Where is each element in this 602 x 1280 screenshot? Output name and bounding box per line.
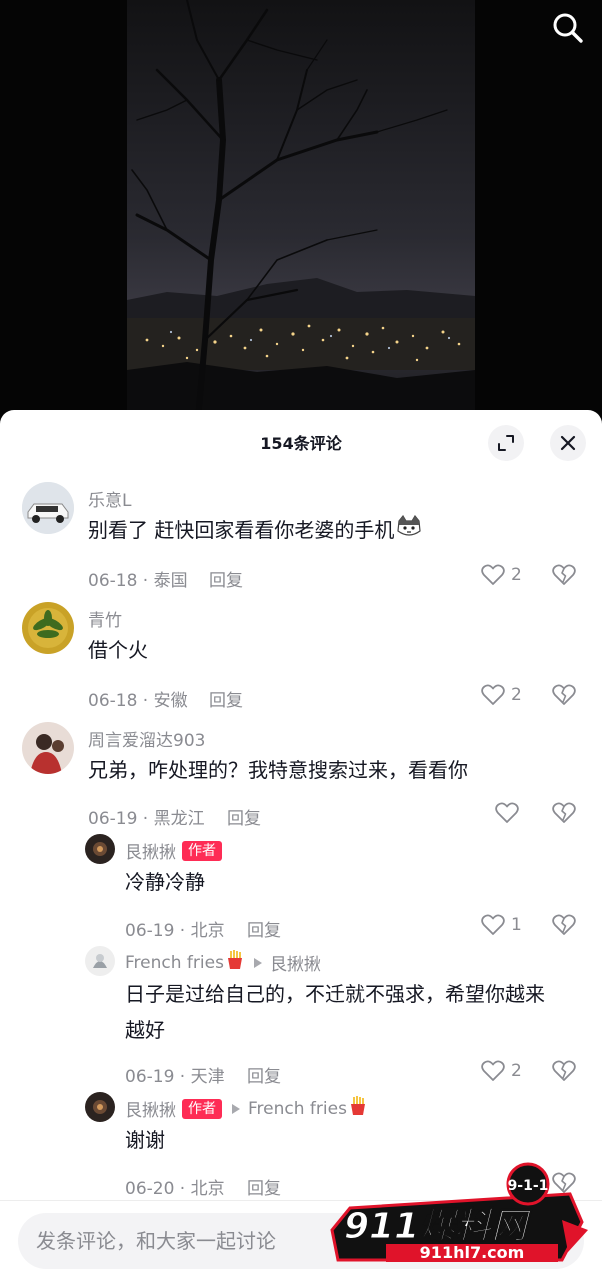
dislike-button[interactable] (552, 564, 576, 590)
author-badge: 作者 (182, 840, 222, 861)
comment-item: 青竹 借个火 06-18 · 安徽 回复 2 (0, 602, 602, 712)
broken-heart-icon (552, 914, 576, 935)
comment-sheet: 154条评论 乐意L 别看了 赶快回家看看你老婆的手机 06-18 · 泰国 回… (0, 410, 602, 1280)
dislike-button[interactable] (552, 914, 576, 940)
video-frame-night-city (127, 0, 475, 430)
fries-emoji-icon (349, 1096, 367, 1121)
reply-author-name[interactable]: French fries (125, 953, 224, 973)
search-icon (553, 13, 583, 43)
reply-author-name[interactable]: 艮揪揪 (125, 838, 176, 863)
like-button[interactable]: 2 (481, 684, 522, 706)
reply-button[interactable]: 回复 (227, 804, 261, 829)
reply-meta: 06-20 · 北京 (125, 1179, 225, 1199)
reply-button[interactable]: 回复 (247, 1062, 281, 1087)
broken-heart-icon (552, 684, 576, 705)
reply-item: French fries 艮揪揪 日子是过给自己的，不迁就不强求，希望你越来 越… (0, 946, 602, 1087)
comment-item: 周言爱溜达903 兄弟，咋处理的？我特意搜索过来，看看你 06-19 · 黑龙江… (0, 722, 602, 832)
reply-username: 艮揪揪 作者 (125, 838, 222, 863)
watermark-site-text: 911hl7.com (420, 1243, 525, 1262)
video-player[interactable] (0, 0, 602, 430)
reply-to-arrow-icon (253, 957, 262, 968)
comment-text: 借个火 (88, 638, 148, 662)
comment-text: 兄弟，咋处理的？我特意搜索过来，看看你 (88, 758, 468, 782)
comment-username[interactable]: 青竹 (88, 606, 122, 631)
broken-heart-icon (552, 564, 576, 585)
avatar[interactable] (22, 722, 74, 774)
avatar[interactable] (85, 946, 115, 976)
comment-meta: 06-18 · 泰国 (88, 571, 188, 591)
expand-button[interactable] (488, 425, 524, 461)
heart-icon (481, 564, 505, 585)
watermark-brand-text: 911爆料网 (344, 1206, 532, 1247)
close-button[interactable] (550, 425, 586, 461)
broken-heart-icon (552, 802, 576, 823)
close-icon (560, 435, 576, 451)
like-button[interactable]: 2 (481, 564, 522, 586)
cat-emoji-icon (396, 514, 422, 550)
like-count: 2 (511, 685, 522, 705)
reply-button[interactable]: 回复 (247, 1174, 281, 1199)
watermark-logo: 9-1-1 911爆料网 911hl7.com (330, 1160, 592, 1272)
reply-button[interactable]: 回复 (209, 566, 243, 591)
reply-text: 日子是过给自己的，不迁就不强求，希望你越来 越好 (125, 976, 585, 1048)
avatar[interactable] (22, 482, 74, 534)
avatar[interactable] (85, 1092, 115, 1122)
like-count: 1 (511, 915, 522, 935)
dislike-button[interactable] (552, 1060, 576, 1086)
reply-button[interactable]: 回复 (209, 686, 243, 711)
reply-to-name[interactable]: 艮揪揪 (270, 950, 321, 975)
reply-to-arrow-icon (232, 1103, 240, 1114)
avatar[interactable] (85, 834, 115, 864)
comment-text-content: 别看了 赶快回家看看你老婆的手机 (88, 518, 395, 542)
reply-to-name[interactable]: French fries (248, 1099, 347, 1119)
comment-username[interactable]: 周言爱溜达903 (88, 726, 205, 751)
reply-meta: 06-19 · 天津 (125, 1067, 225, 1087)
like-count: 2 (511, 565, 522, 585)
like-button[interactable]: 2 (481, 1060, 522, 1082)
expand-icon (498, 435, 514, 451)
reply-text-line-2: 越好 (125, 1018, 165, 1042)
reply-username: 艮揪揪 作者 French fries (125, 1096, 367, 1121)
comment-item: 乐意L 别看了 赶快回家看看你老婆的手机 06-18 · 泰国 回复 2 (0, 482, 602, 592)
like-button[interactable]: 1 (481, 914, 522, 936)
avatar[interactable] (22, 602, 74, 654)
heart-icon (481, 1060, 505, 1081)
reply-text-line-1: 日子是过给自己的，不迁就不强求，希望你越来 (125, 982, 545, 1006)
heart-icon (481, 914, 505, 935)
comment-username[interactable]: 乐意L (88, 486, 131, 511)
reply-button[interactable]: 回复 (247, 916, 281, 941)
author-badge: 作者 (182, 1098, 222, 1119)
like-count: 2 (511, 1061, 522, 1081)
reply-meta: 06-19 · 北京 (125, 921, 225, 941)
broken-heart-icon (552, 1060, 576, 1081)
dislike-button[interactable] (552, 802, 576, 828)
heart-icon (481, 684, 505, 705)
comment-text: 别看了 赶快回家看看你老婆的手机 (88, 512, 422, 550)
reply-item: 艮揪揪 作者 冷静冷静 06-19 · 北京 回复 1 (0, 834, 602, 941)
watermark-badge-text: 9-1-1 (508, 1178, 549, 1194)
like-button[interactable] (495, 802, 525, 824)
reply-text: 冷静冷静 (125, 870, 205, 894)
reply-author-name[interactable]: 艮揪揪 (125, 1096, 176, 1121)
comment-meta: 06-18 · 安徽 (88, 691, 188, 711)
reply-text: 谢谢 (125, 1128, 165, 1152)
sheet-header: 154条评论 (0, 410, 602, 472)
heart-icon (495, 802, 519, 823)
reply-username: French fries 艮揪揪 (125, 950, 321, 975)
comment-meta: 06-19 · 黑龙江 (88, 809, 205, 829)
search-button[interactable] (550, 10, 586, 46)
dislike-button[interactable] (552, 684, 576, 710)
fries-emoji-icon (226, 950, 244, 975)
